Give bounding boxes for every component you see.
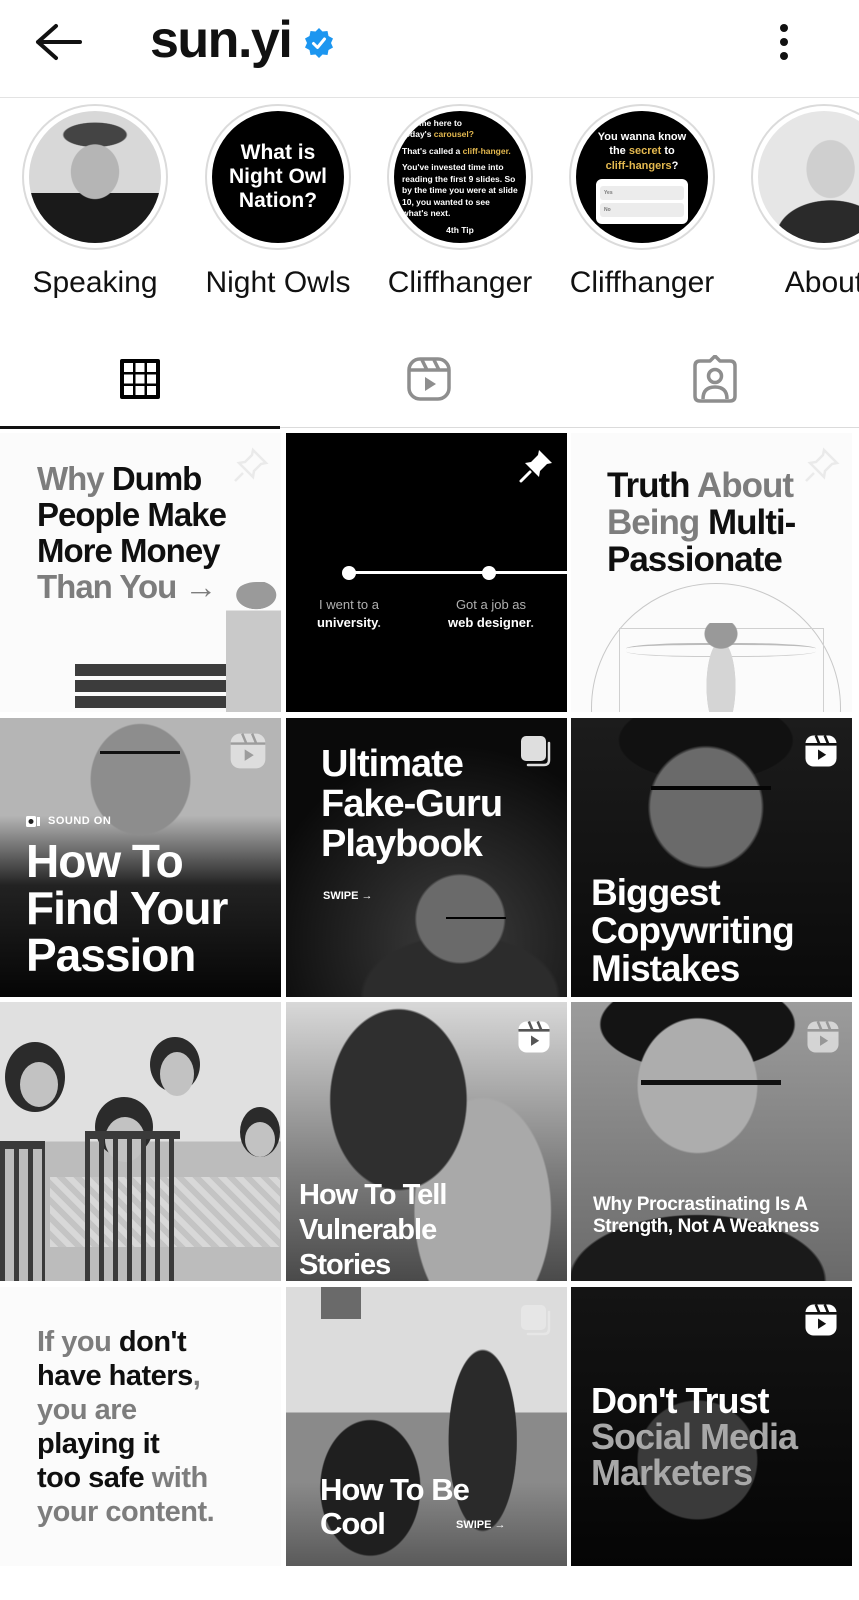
timeline-dot [342, 566, 356, 580]
tab-tagged[interactable] [572, 330, 858, 428]
post-caption: How To Find Your Passion [26, 835, 228, 981]
post-tile[interactable]: Why Dumb People Make More Money Than You… [0, 433, 281, 712]
highlight-label: Speaking [32, 266, 158, 299]
timeline-dot [482, 566, 496, 580]
profile-tabs [0, 330, 859, 429]
highlight-cover-image: What is Night Owl Nation? [212, 111, 344, 243]
pin-icon [234, 447, 269, 482]
post-caption: If you don't have haters, you are playin… [37, 1326, 215, 1528]
post-tile[interactable]: SOUND ON How To Find Your Passion [0, 718, 281, 997]
arrow-left-icon [36, 24, 82, 60]
sound-on-label: SOUND ON [26, 815, 111, 827]
video-camera-icon [26, 815, 40, 827]
carousel-icon [521, 1305, 551, 1336]
reels-icon [805, 734, 837, 767]
swipe-hint: SWIPE → [323, 890, 373, 902]
post-tile[interactable]: Why Procrastinating Is A Strength, Not A… [571, 1002, 852, 1281]
post-caption: Don't Trust Social Media Marketers [591, 1380, 798, 1493]
post-tile[interactable]: Truth About Being Multi- Passionate [571, 433, 852, 712]
reels-icon [805, 1303, 837, 1336]
tab-reels[interactable] [286, 330, 572, 428]
tagged-user-icon [693, 355, 737, 403]
highlight-label: About [784, 266, 859, 299]
verified-badge-icon [305, 28, 333, 58]
reels-icon [518, 1020, 550, 1053]
reels-icon [230, 733, 266, 769]
pin-icon [805, 447, 840, 482]
highlight-label: Cliffhanger [387, 266, 533, 299]
post-caption: Why Procrastinating Is A Strength, Not A… [593, 1194, 820, 1237]
bank-sign [321, 1287, 361, 1319]
post-caption: Why Dumb People Make More Money Than You… [37, 460, 227, 605]
profile-header: sun.yi [0, 0, 859, 98]
highlight-night-owls[interactable]: What is Night Owl Nation? Night Owls [198, 104, 358, 300]
more-options-button[interactable] [770, 20, 798, 64]
highlight-speaking[interactable]: Speaking [15, 104, 175, 300]
post-tile[interactable]: How To Tell Vulnerable Stories [286, 1002, 567, 1281]
vitruvian-man-image [701, 623, 741, 712]
post-caption: How To Tell Vulnerable Stories [299, 1179, 447, 1281]
highlight-cliffhanger-2[interactable]: You wanna know the secret to cliff-hange… [562, 104, 722, 300]
post-tile[interactable] [0, 1002, 281, 1281]
highlight-about[interactable]: About [744, 104, 859, 300]
post-caption: Ultimate Fake-Guru Playbook [321, 743, 503, 865]
post-tile[interactable]: Biggest Copywriting Mistakes [571, 718, 852, 997]
highlight-cover-image: ...come here to today's carousel? That's… [394, 111, 526, 243]
grid-icon [120, 359, 160, 399]
post-tile[interactable]: How To Be Cool SWIPE → [286, 1287, 567, 1566]
post-tile[interactable]: Don't Trust Social Media Marketers [571, 1287, 852, 1566]
poll-sticker: Yes No [596, 178, 688, 224]
pin-icon [519, 450, 552, 483]
post-caption: Biggest Copywriting Mistakes [591, 872, 795, 989]
swipe-hint: SWIPE → [456, 1519, 506, 1531]
post-tile[interactable]: If you don't have haters, you are playin… [0, 1287, 281, 1566]
post-caption: Truth About Being Multi- Passionate [607, 466, 796, 579]
tab-posts[interactable] [0, 330, 280, 429]
highlight-cover-image [29, 111, 161, 243]
highlight-label: Cliffhanger [569, 266, 715, 299]
timeline-label: Got a job as web designer. [448, 597, 534, 630]
family-photo [85, 1131, 180, 1281]
person-image [226, 582, 281, 712]
more-vertical-icon [780, 24, 788, 60]
story-highlights: Speaking What is Night Owl Nation? Night… [0, 100, 859, 300]
post-tile[interactable]: Ultimate Fake-Guru Playbook SWIPE → [286, 718, 567, 997]
reels-icon [807, 1020, 839, 1053]
highlight-cover-image: You wanna know the secret to cliff-hange… [576, 111, 708, 243]
post-tile[interactable]: I went to a university. Got a job as web… [286, 433, 567, 712]
highlight-cliffhanger-1[interactable]: ...come here to today's carousel? That's… [380, 104, 540, 300]
timeline-label: I went to a university. [316, 597, 382, 630]
timeline-line [349, 571, 567, 574]
highlight-cover-image [758, 111, 859, 243]
highlight-label: Night Owls [205, 266, 351, 299]
carousel-icon [521, 736, 551, 767]
profile-username: sun.yi [150, 11, 293, 69]
reels-icon [407, 357, 451, 401]
bench-image [75, 664, 245, 712]
back-button[interactable] [32, 22, 84, 62]
